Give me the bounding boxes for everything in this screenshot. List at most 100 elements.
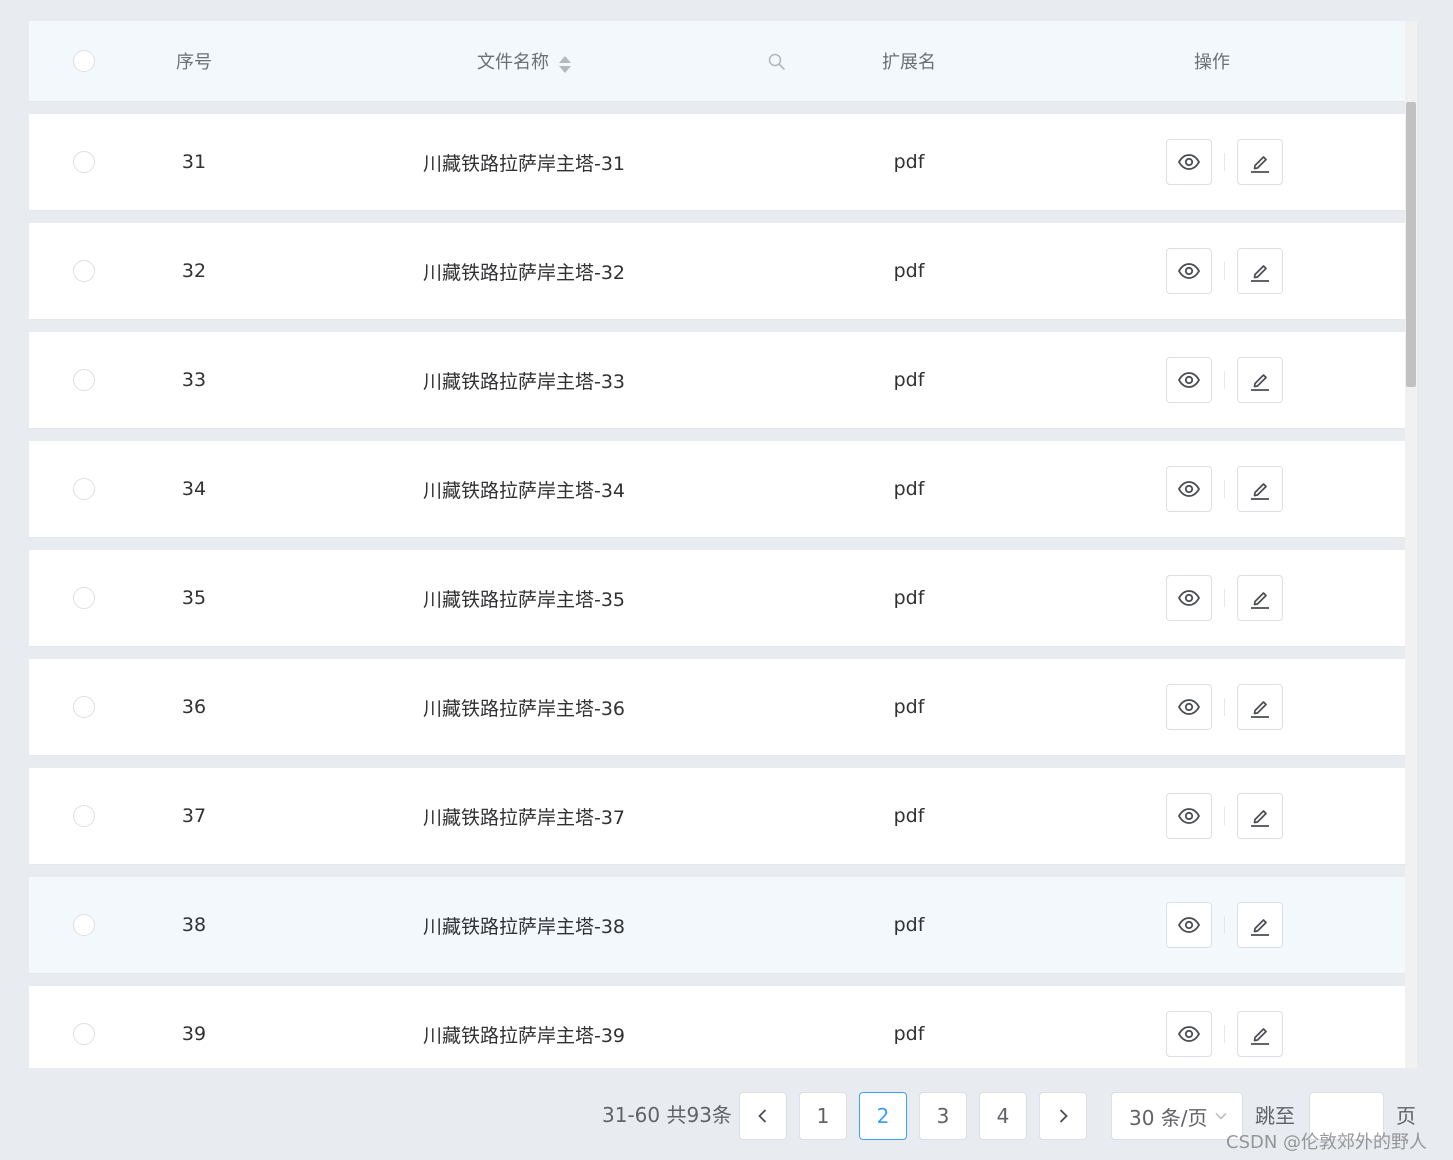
row-select-cell [29,550,139,646]
row-file-name: 川藏铁路拉萨岸主塔-34 [422,479,626,502]
row-ops [1019,877,1405,973]
edit-icon [1250,701,1269,718]
view-button[interactable] [1165,902,1212,948]
row-file-name: 川藏铁路拉萨岸主塔-38 [422,915,626,938]
eye-icon [1177,590,1200,606]
eye-icon [1177,1026,1200,1042]
table-body: 31 川藏铁路拉萨岸主塔-31 pdf 32 川藏铁路拉萨岸主塔-32 pdf [29,102,1405,1068]
view-button[interactable] [1165,1011,1212,1057]
row-index: 33 [181,369,207,391]
row-checkbox[interactable] [73,587,95,609]
row-ops [1019,986,1405,1068]
row-checkbox[interactable] [73,805,95,827]
edit-icon [1250,810,1269,827]
row-file-ext: pdf [893,805,925,827]
row-checkbox[interactable] [73,260,95,282]
row-file-name: 川藏铁路拉萨岸主塔-36 [422,697,626,720]
edit-button[interactable] [1236,139,1283,185]
edit-button[interactable] [1236,575,1283,621]
eye-icon [1177,808,1200,824]
edit-button[interactable] [1236,684,1283,730]
header-ops: 操作 [1194,52,1230,73]
row-checkbox[interactable] [73,369,95,391]
table-row[interactable]: 35 川藏铁路拉萨岸主塔-35 pdf [29,550,1405,647]
sort-descending-icon[interactable] [559,65,571,73]
page-size-value: 30 条/页 [1129,1105,1208,1130]
page-button-4[interactable]: 4 [979,1092,1027,1140]
row-file-ext: pdf [893,478,925,500]
page-button-1[interactable]: 1 [799,1092,847,1140]
table-row[interactable]: 36 川藏铁路拉萨岸主塔-36 pdf [29,659,1405,756]
edit-button[interactable] [1236,1011,1283,1057]
view-button[interactable] [1165,357,1212,403]
sort-ascending-icon[interactable] [559,55,571,63]
ops-divider [1223,698,1225,716]
row-checkbox[interactable] [73,478,95,500]
edit-icon [1250,265,1269,282]
eye-icon [1177,917,1200,933]
page-button-3[interactable]: 3 [919,1092,967,1140]
row-file-ext: pdf [893,696,925,718]
row-ops [1019,114,1405,210]
ops-divider [1223,153,1225,171]
next-page-button[interactable] [1039,1092,1087,1140]
view-button[interactable] [1165,248,1212,294]
row-file-name: 川藏铁路拉萨岸主塔-39 [422,1024,626,1047]
edit-button[interactable] [1236,793,1283,839]
table-row[interactable]: 34 川藏铁路拉萨岸主塔-34 pdf [29,441,1405,538]
ops-divider [1223,916,1225,934]
row-file-ext: pdf [893,914,925,936]
table-row[interactable]: 37 川藏铁路拉萨岸主塔-37 pdf [29,768,1405,865]
page-size-select[interactable]: 30 条/页 [1111,1092,1243,1140]
row-checkbox[interactable] [73,1023,95,1045]
row-ops [1019,223,1405,319]
vertical-scrollbar[interactable] [1405,21,1417,1068]
row-index: 39 [181,1023,207,1045]
edit-icon [1250,483,1269,500]
eye-icon [1177,372,1200,388]
row-index: 31 [181,151,207,173]
row-select-cell [29,659,139,755]
table-row[interactable]: 31 川藏铁路拉萨岸主塔-31 pdf [29,114,1405,211]
row-checkbox[interactable] [73,696,95,718]
row-file-ext: pdf [893,587,925,609]
view-button[interactable] [1165,575,1212,621]
prev-page-button[interactable] [739,1092,787,1140]
select-all-checkbox[interactable] [73,50,95,72]
page-button-2[interactable]: 2 [859,1092,907,1140]
header-index: 序号 [176,52,212,73]
edit-icon [1250,1028,1269,1045]
row-select-cell [29,986,139,1068]
row-file-name: 川藏铁路拉萨岸主塔-37 [422,806,626,829]
row-checkbox[interactable] [73,914,95,936]
row-index: 36 [181,696,207,718]
row-ops [1019,768,1405,864]
view-button[interactable] [1165,139,1212,185]
row-ops [1019,659,1405,755]
header-name-cell[interactable]: 文件名称 [249,21,799,101]
search-icon[interactable] [767,52,787,72]
edit-button[interactable] [1236,902,1283,948]
view-button[interactable] [1165,466,1212,512]
row-file-name: 川藏铁路拉萨岸主塔-31 [422,152,626,175]
edit-button[interactable] [1236,357,1283,403]
row-checkbox[interactable] [73,151,95,173]
table-row[interactable]: 33 川藏铁路拉萨岸主塔-33 pdf [29,332,1405,429]
row-select-cell [29,877,139,973]
row-index: 34 [181,478,207,500]
table-row[interactable]: 39 川藏铁路拉萨岸主塔-39 pdf [29,986,1405,1068]
table-row[interactable]: 32 川藏铁路拉萨岸主塔-32 pdf [29,223,1405,320]
sort-caret-icon[interactable] [559,55,571,73]
view-button[interactable] [1165,793,1212,839]
scrollbar-thumb[interactable] [1406,102,1416,387]
row-ops [1019,441,1405,537]
ops-divider [1223,1025,1225,1043]
row-index: 32 [181,260,207,282]
ops-divider [1223,480,1225,498]
table-row[interactable]: 38 川藏铁路拉萨岸主塔-38 pdf [29,877,1405,974]
view-button[interactable] [1165,684,1212,730]
edit-button[interactable] [1236,248,1283,294]
edit-button[interactable] [1236,466,1283,512]
eye-icon [1177,699,1200,715]
edit-icon [1250,592,1269,609]
